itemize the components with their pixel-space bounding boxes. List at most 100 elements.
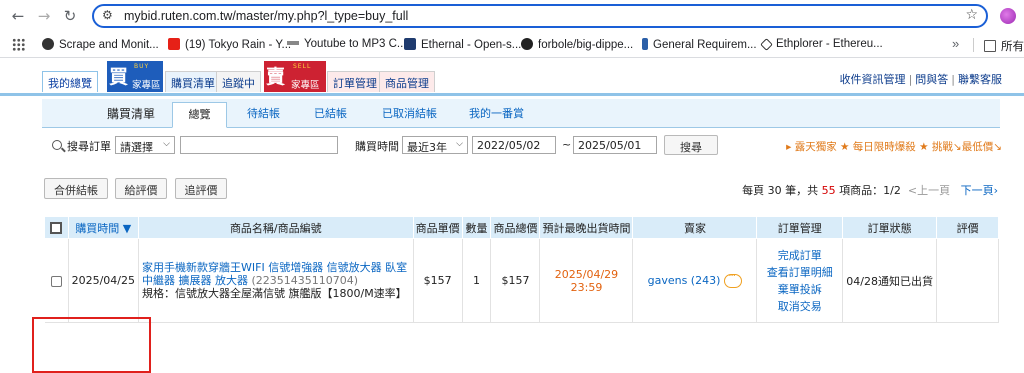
abandon-complaint-link[interactable]: 棄單投訴 xyxy=(760,281,839,298)
chevron-down-icon: ⌵ xyxy=(456,139,463,149)
seller-zone-logo[interactable]: 賣 SELL 家專區 xyxy=(264,61,326,92)
search-button[interactable]: 搜尋 xyxy=(664,135,718,155)
order-status: 04/28通知已出貨 xyxy=(842,238,938,323)
tab-my-overview[interactable]: 我的總覽 xyxy=(42,71,98,92)
tab-cancelled[interactable]: 已取消結帳 xyxy=(382,105,437,121)
tab-tracking[interactable]: 追蹤中 xyxy=(216,71,261,92)
col-rating: 評價 xyxy=(936,216,999,239)
follow-up-rating-button[interactable]: 追評價 xyxy=(175,178,227,199)
extension-icon[interactable] xyxy=(1000,8,1016,24)
give-rating-button[interactable]: 給評價 xyxy=(115,178,167,199)
tab-pending-checkout[interactable]: 待結帳 xyxy=(247,105,280,121)
quantity: 1 xyxy=(462,238,492,323)
prev-page-link[interactable]: <上一頁 xyxy=(908,184,950,197)
bookmark-item[interactable]: Ethplorer - Ethereu... xyxy=(760,38,883,51)
bookmark-folder[interactable]: 所有 xyxy=(984,38,1024,54)
sub-tabs: 購買清單 總覽 待結帳 已結帳 已取消結帳 我的一番賞 xyxy=(42,99,1000,128)
bookmark-star-icon[interactable]: ☆ xyxy=(965,7,978,23)
merge-checkout-button[interactable]: 合併結帳 xyxy=(44,178,108,199)
bookmark-item[interactable]: (19) Tokyo Rain - Y... xyxy=(168,38,291,51)
link-faq[interactable]: 問與答 xyxy=(915,73,948,86)
bookmark-label: Youtube to MP3 C... xyxy=(304,38,407,50)
tab-buy-list[interactable]: 購買清單 xyxy=(165,71,221,92)
chat-icon[interactable] xyxy=(724,271,743,288)
order-actions: 完成訂單 查看訂單明細 棄單投訴 取消交易 xyxy=(756,238,844,323)
link-contact-support[interactable]: 聯繫客服 xyxy=(958,73,1002,86)
ruten-page: 我的總覽 買 BUY 家專區 購買清單 追蹤中 賣 SELL 家專區 訂單管理 … xyxy=(0,58,1024,373)
bookmark-label: 所有 xyxy=(1001,41,1024,53)
product-spec: 規格：信號放大器全屋滿信號 旗艦版【1800/M速率】 xyxy=(142,287,407,300)
bookmark-label: General Requirem... xyxy=(653,39,757,51)
product-id: (22351435110704) xyxy=(251,274,359,287)
browser-toolbar: ← → ↻ ⚙ mybid.ruten.com.tw/master/my.php… xyxy=(0,0,1024,32)
col-qty: 數量 xyxy=(461,216,492,239)
site-settings-icon[interactable]: ⚙ xyxy=(102,8,113,22)
search-input[interactable] xyxy=(180,136,338,154)
purchase-time-label: 購買時間 xyxy=(355,140,399,153)
tab-ichiban-kuji[interactable]: 我的一番賞 xyxy=(469,105,524,121)
bookmarks-bar: Scrape and Monit... (19) Tokyo Rain - Y.… xyxy=(0,32,1024,58)
total-count: 55 xyxy=(821,184,836,197)
ship-time: 23:59 xyxy=(570,280,603,294)
col-seller: 賣家 xyxy=(632,216,758,239)
promo-banner[interactable]: ▸ 露天獨家 ★ 每日限時爆殺 ★ 挑戰↘最低價↘ xyxy=(786,139,1002,154)
col-order-status: 訂單狀態 xyxy=(842,216,938,239)
buyer-logo-small: BUY xyxy=(134,63,150,70)
time-range-select[interactable]: 最近3年 ⌵ xyxy=(402,136,468,154)
bookmark-item[interactable]: General Requirem... xyxy=(642,38,757,51)
select-all-checkbox[interactable] xyxy=(50,222,63,234)
reload-icon[interactable]: ↻ xyxy=(60,6,80,26)
seller-link[interactable]: gavens (243) xyxy=(648,274,721,287)
search-icon xyxy=(52,140,62,150)
date-from-input[interactable]: 2022/05/02 xyxy=(472,136,556,154)
e-icon xyxy=(404,38,416,50)
bookmark-label: forbole/big-dippe... xyxy=(538,39,634,51)
chevron-more-icon[interactable]: » xyxy=(952,36,959,51)
total-price: $157 xyxy=(490,238,541,323)
apps-grid-icon[interactable] xyxy=(12,38,25,51)
rating-cell xyxy=(936,238,999,323)
cancel-transaction-link[interactable]: 取消交易 xyxy=(760,298,839,315)
divider xyxy=(973,38,974,52)
tab-overview[interactable]: 總覽 xyxy=(172,102,227,128)
bar-icon xyxy=(642,38,648,50)
link-shipping-info[interactable]: 收件資訊管理 xyxy=(840,73,906,86)
forward-arrow-icon[interactable]: → xyxy=(34,6,54,26)
bookmark-label: (19) Tokyo Rain - Y... xyxy=(185,39,292,51)
col-purchase-time[interactable]: 購買時間 ▼ xyxy=(67,216,140,239)
cloud-icon xyxy=(42,38,54,50)
bookmark-item[interactable]: forbole/big-dippe... xyxy=(521,38,633,51)
seller-logo-small: SELL xyxy=(293,63,312,70)
folder-icon xyxy=(984,40,996,52)
pager-text: 每頁 30 筆，共 xyxy=(742,184,819,197)
diamond-icon xyxy=(760,38,773,51)
ship-deadline: 2025/04/29 23:59 xyxy=(539,238,634,323)
date-to-input[interactable]: 2025/05/01 xyxy=(573,136,657,154)
select-value: 請選擇 xyxy=(120,141,153,154)
address-bar[interactable]: ⚙ mybid.ruten.com.tw/master/my.php?l_typ… xyxy=(92,4,988,28)
bookmark-item[interactable]: Youtube to MP3 C... xyxy=(287,38,407,50)
url-text: mybid.ruten.com.tw/master/my.php?l_type=… xyxy=(124,9,409,23)
back-arrow-icon[interactable]: ← xyxy=(8,6,28,26)
search-type-select[interactable]: 請選擇 ⌵ xyxy=(115,136,175,154)
tab-goods-management[interactable]: 商品管理 xyxy=(379,71,435,92)
buyer-logo-glyph: 買 xyxy=(109,66,129,88)
complete-order-link[interactable]: 完成訂單 xyxy=(760,247,839,264)
bookmark-label: Ethernal - Open-s... xyxy=(421,39,522,51)
select-all-cell xyxy=(44,216,69,239)
bookmark-item[interactable]: Ethernal - Open-s... xyxy=(404,38,521,51)
buyer-zone-logo[interactable]: 買 BUY 家專區 xyxy=(107,61,163,92)
date-separator: ~ xyxy=(562,138,572,151)
header-links: 收件資訊管理 | 問與答 | 聯繫客服 xyxy=(839,73,1002,86)
view-order-detail-link[interactable]: 查看訂單明細 xyxy=(760,264,839,281)
tab-checked-out[interactable]: 已結帳 xyxy=(314,105,347,121)
next-page-link[interactable]: 下一頁› xyxy=(961,184,998,197)
col-unit-price: 商品單價 xyxy=(412,216,463,239)
pagination: 每頁 30 筆，共 55 項商品：1/2 <上一頁 下一頁› xyxy=(742,182,998,198)
col-ship-date: 預計最晚出貨時間 xyxy=(539,216,634,239)
row-checkbox[interactable] xyxy=(50,275,62,287)
seller-cell: gavens (243) xyxy=(632,238,758,323)
bookmark-item[interactable]: Scrape and Monit... xyxy=(42,38,159,51)
tab-order-management[interactable]: 訂單管理 xyxy=(327,71,383,92)
col-product-name: 商品名稱/商品編號 xyxy=(138,216,414,239)
